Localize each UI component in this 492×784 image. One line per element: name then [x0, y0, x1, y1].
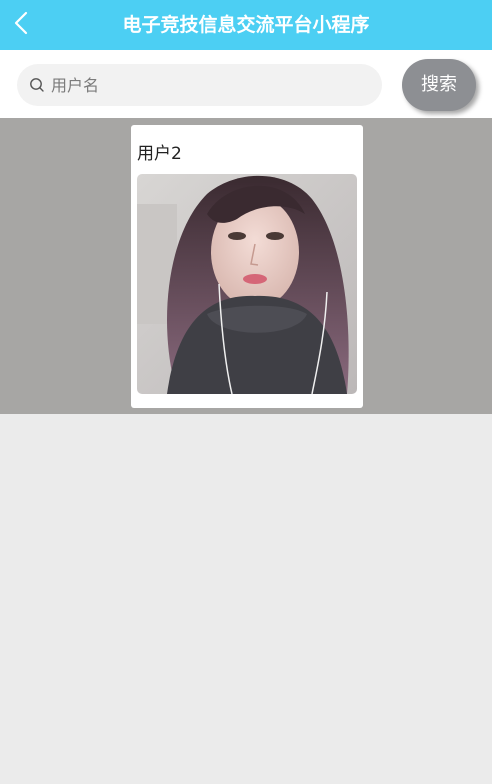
- search-input[interactable]: [51, 64, 371, 106]
- navigation-bar: 电子竞技信息交流平台小程序: [0, 0, 492, 50]
- page-title: 电子竞技信息交流平台小程序: [122, 14, 370, 36]
- search-icon: [30, 78, 44, 92]
- results-area: 用户2: [0, 118, 492, 414]
- search-button[interactable]: 搜索: [402, 59, 476, 111]
- search-bar: 搜索: [0, 50, 492, 118]
- search-field[interactable]: [17, 64, 382, 106]
- user-avatar-photo[interactable]: [137, 174, 357, 394]
- user-name: 用户2: [137, 144, 182, 164]
- user-card[interactable]: 用户2: [131, 125, 363, 408]
